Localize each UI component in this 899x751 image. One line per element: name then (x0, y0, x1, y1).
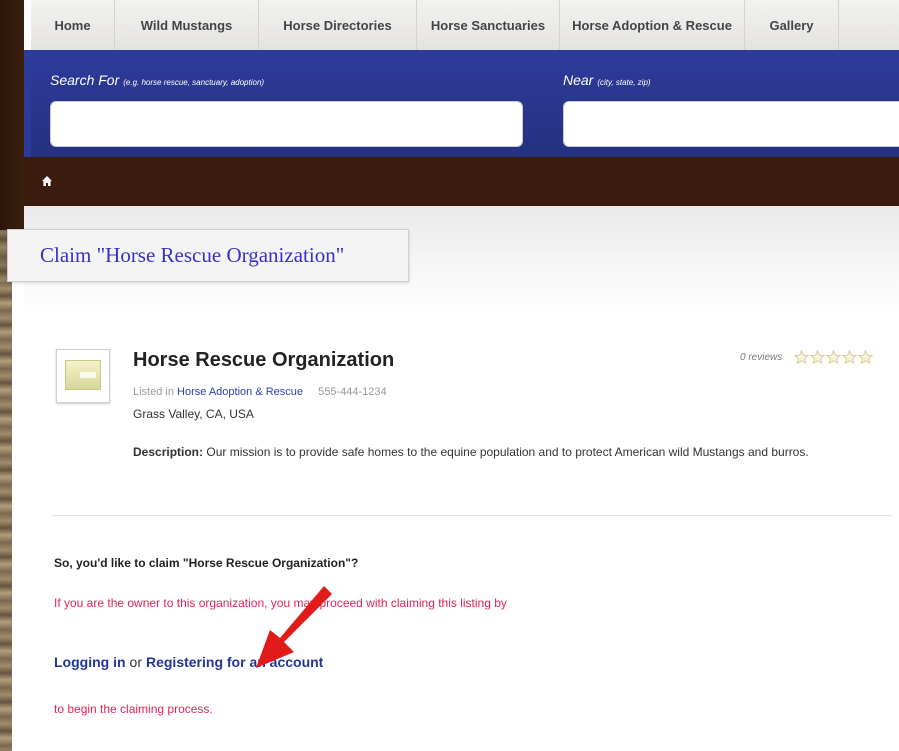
login-link[interactable]: Logging in (54, 654, 126, 670)
category-link[interactable]: Horse Adoption & Rescue (177, 386, 303, 398)
listed-in-label: Listed in (133, 386, 174, 398)
star-icon (842, 350, 858, 364)
top-navigation: Home Wild Mustangs Horse Directories Hor… (31, 0, 899, 50)
star-icon (858, 350, 874, 364)
claim-question: So, you'd like to claim "Horse Rescue Or… (54, 556, 359, 570)
listing-location: Grass Valley, CA, USA (133, 407, 254, 421)
near-text: Near (563, 72, 594, 88)
near-hint: (city, state, zip) (597, 78, 651, 87)
red-arrow-annotation-icon (256, 586, 332, 668)
nav-horse-directories[interactable]: Horse Directories (259, 0, 417, 50)
begin-note: to begin the claiming process. (54, 702, 213, 716)
left-wood-dark (0, 0, 24, 230)
star-icon (810, 350, 826, 364)
listing-phone: 555-444-1234 (318, 386, 387, 398)
left-wood-lower (0, 282, 12, 751)
search-band: Search For (e.g. horse rescue, sanctuary,… (24, 50, 899, 157)
listing-title[interactable]: Horse Rescue Organization (133, 349, 394, 372)
nav-more (839, 0, 899, 50)
left-wood-gap (12, 282, 24, 751)
nav-horse-sanctuaries[interactable]: Horse Sanctuaries (417, 0, 560, 50)
rating-stars (794, 350, 874, 364)
left-wood-border (0, 0, 24, 751)
search-input[interactable] (50, 101, 523, 147)
listing-category-line: Listed in Horse Adoption & Rescue 555-44… (133, 386, 387, 398)
placeholder-image-icon (65, 360, 101, 390)
near-input[interactable] (563, 101, 899, 147)
star-icon (826, 350, 842, 364)
description-label: Description: (133, 445, 204, 459)
claim-title-box: Claim "Horse Rescue Organization" (7, 229, 409, 282)
nav-gallery[interactable]: Gallery (745, 0, 839, 50)
nav-home[interactable]: Home (31, 0, 115, 50)
nav-wild-mustangs[interactable]: Wild Mustangs (115, 0, 259, 50)
listing-description: Description: Our mission is to provide s… (133, 442, 863, 462)
section-divider (52, 515, 892, 516)
home-icon[interactable] (42, 176, 52, 186)
nav-horse-adoption-rescue[interactable]: Horse Adoption & Rescue (560, 0, 745, 50)
near-label: Near (city, state, zip) (563, 72, 651, 88)
reviews-count[interactable]: 0 reviews (740, 352, 782, 363)
description-text: Our mission is to provide safe homes to … (206, 445, 809, 459)
breadcrumb-bar (24, 157, 899, 206)
or-text: or (129, 654, 142, 670)
claim-title: Claim "Horse Rescue Organization" (40, 243, 345, 267)
star-icon (794, 350, 810, 364)
search-for-hint: (e.g. horse rescue, sanctuary, adoption) (123, 78, 265, 87)
listing-thumbnail[interactable] (56, 349, 110, 403)
reviews-summary: 0 reviews (740, 350, 874, 364)
search-for-label: Search For (e.g. horse rescue, sanctuary,… (50, 72, 264, 88)
search-for-text: Search For (50, 72, 120, 88)
